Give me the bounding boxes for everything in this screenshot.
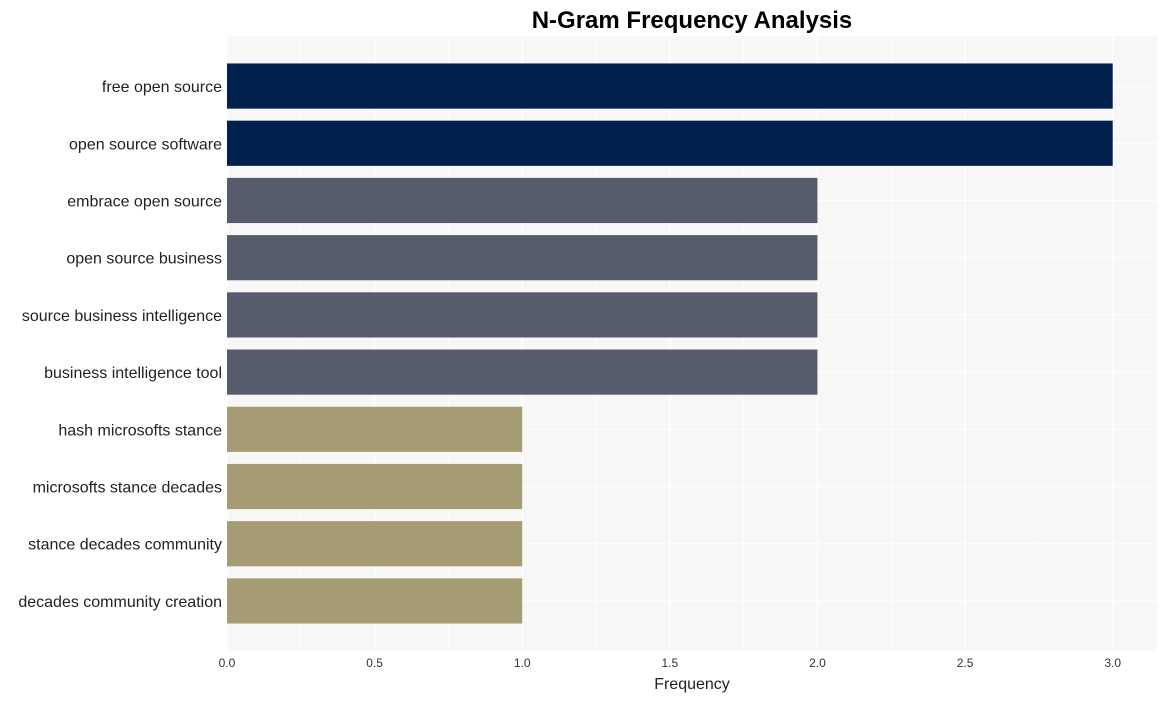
y-tick-label: business intelligence tool <box>44 365 222 382</box>
x-axis-ticks: 0.0 0.5 1.0 1.5 2.0 2.5 3.0 <box>219 656 1122 670</box>
y-tick-label: microsofts stance decades <box>33 480 222 497</box>
bar <box>227 349 818 395</box>
bar <box>227 120 1113 166</box>
bar <box>227 235 818 281</box>
y-tick-label: open source business <box>66 251 222 268</box>
x-tick-label: 0.5 <box>366 656 383 670</box>
chart-title: N-Gram Frequency Analysis <box>532 7 853 34</box>
bar <box>227 177 818 224</box>
x-axis-label: Frequency <box>654 676 730 693</box>
bar <box>227 406 523 452</box>
bar <box>227 463 523 510</box>
y-tick-label: hash microsofts stance <box>58 422 222 439</box>
bar <box>227 292 818 338</box>
y-tick-label: stance decades community <box>28 537 222 554</box>
y-tick-label: open source software <box>69 136 222 153</box>
y-tick-label: source business intelligence <box>22 308 222 325</box>
x-tick-label: 1.0 <box>514 656 531 670</box>
x-tick-label: 2.0 <box>809 656 826 670</box>
y-axis-labels: free open source open source software embr… <box>18 79 222 611</box>
y-tick-label: embrace open source <box>67 193 222 210</box>
bar <box>227 63 1113 109</box>
bar <box>227 521 523 567</box>
x-tick-label: 0.0 <box>219 656 236 670</box>
bar <box>227 578 523 624</box>
chart: N-Gram Frequency Analysis free open sour… <box>18 7 1157 693</box>
x-tick-label: 1.5 <box>662 656 679 670</box>
x-tick-label: 2.5 <box>957 656 974 670</box>
y-tick-label: decades community creation <box>18 594 222 611</box>
y-tick-label: free open source <box>102 79 222 96</box>
x-tick-label: 3.0 <box>1104 656 1121 670</box>
